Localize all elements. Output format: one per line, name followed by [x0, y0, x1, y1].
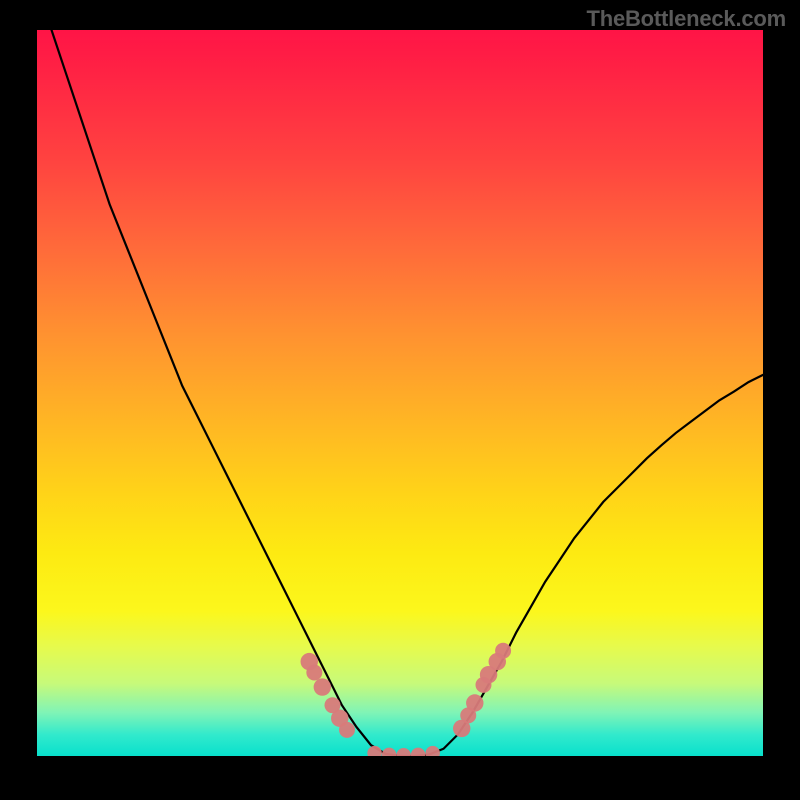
left-marker-2 [314, 678, 331, 695]
curve-line [52, 30, 763, 756]
valley-marker-3 [411, 748, 426, 756]
watermark-text: TheBottleneck.com [586, 6, 786, 32]
left-marker-1 [306, 665, 322, 681]
plot-area [37, 30, 763, 756]
valley-marker-0 [367, 746, 382, 756]
right-marker-6 [495, 643, 511, 659]
left-marker-5 [339, 722, 355, 738]
chart-frame: TheBottleneck.com [0, 0, 800, 800]
right-marker-2 [466, 694, 483, 711]
valley-marker-2 [396, 748, 411, 756]
valley-marker-4 [425, 746, 440, 756]
chart-svg [37, 30, 763, 756]
marker-group [301, 643, 512, 756]
valley-marker-1 [382, 748, 397, 756]
